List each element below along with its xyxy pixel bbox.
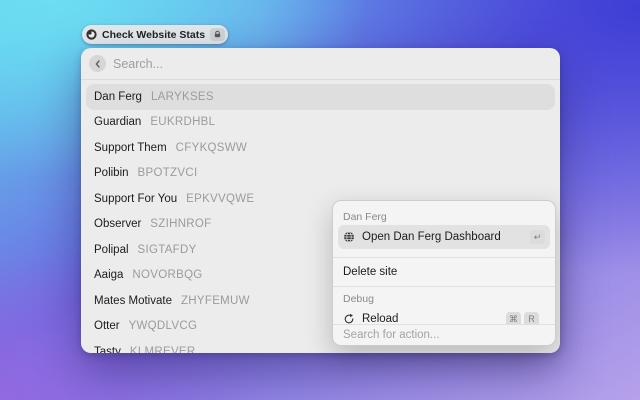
debug-section-title: Debug	[343, 293, 374, 305]
site-code: SZIHNROF	[150, 218, 211, 230]
site-name: Mates Motivate	[94, 295, 172, 307]
menu-divider	[333, 257, 555, 258]
search-divider	[81, 79, 560, 80]
action-search-input[interactable]	[343, 329, 545, 341]
action-menu-content: Dan Ferg Open Dan Ferg Dashboard ↵	[333, 201, 555, 326]
site-name: Otter	[94, 320, 120, 332]
site-code: BPOTZVCI	[138, 167, 198, 179]
site-row-support-them[interactable]: Support Them CFYKQSWW	[86, 135, 555, 161]
site-code: YWQDLVCG	[129, 320, 198, 332]
globe-icon	[343, 231, 355, 243]
site-name: Observer	[94, 218, 141, 230]
site-code: SIGTAFDY	[138, 244, 197, 256]
site-code: EUKRDHBL	[150, 116, 215, 128]
menu-section-title: Dan Ferg	[343, 211, 387, 223]
site-code: LARYKSES	[151, 91, 214, 103]
site-name: Support For You	[94, 193, 177, 205]
command-pill[interactable]: Check Website Stats	[82, 25, 228, 44]
menu-divider	[333, 286, 555, 287]
search-input[interactable]	[113, 57, 560, 71]
site-name: Dan Ferg	[94, 91, 142, 103]
delete-site-label: Delete site	[343, 266, 397, 278]
action-search-footer	[333, 324, 555, 345]
site-name: Support Them	[94, 142, 167, 154]
stats-circle-icon	[86, 29, 97, 40]
open-dashboard-label: Open Dan Ferg Dashboard	[362, 231, 501, 243]
site-row-guardian[interactable]: Guardian EUKRDHBL	[86, 110, 555, 136]
back-button[interactable]	[89, 55, 106, 72]
site-row-polibin[interactable]: Polibin BPOTZVCI	[86, 161, 555, 187]
site-code: ZHYFEMUW	[181, 295, 250, 307]
command-pill-label: Check Website Stats	[102, 29, 205, 41]
site-name: Tasty	[94, 346, 121, 353]
desktop-background: Check Website Stats Dan Ferg L	[0, 0, 640, 400]
site-name: Aaiga	[94, 269, 123, 281]
open-dashboard-action[interactable]: Open Dan Ferg Dashboard ↵	[338, 225, 550, 249]
site-code: EPKVVQWE	[186, 193, 254, 205]
lock-icon	[210, 28, 225, 41]
site-code: KLMREVER	[130, 346, 196, 353]
chevron-left-icon	[94, 60, 102, 68]
site-name: Polibin	[94, 167, 129, 179]
site-name: Polipal	[94, 244, 129, 256]
delete-site-action[interactable]: Delete site	[338, 259, 550, 285]
action-menu: Dan Ferg Open Dan Ferg Dashboard ↵	[332, 200, 556, 346]
site-code: CFYKQSWW	[176, 142, 247, 154]
enter-keycap: ↵	[530, 230, 545, 244]
site-row-dan-ferg[interactable]: Dan Ferg LARYKSES	[86, 84, 555, 110]
site-code: NOVORBQG	[132, 269, 202, 281]
search-bar	[81, 48, 560, 79]
site-name: Guardian	[94, 116, 141, 128]
